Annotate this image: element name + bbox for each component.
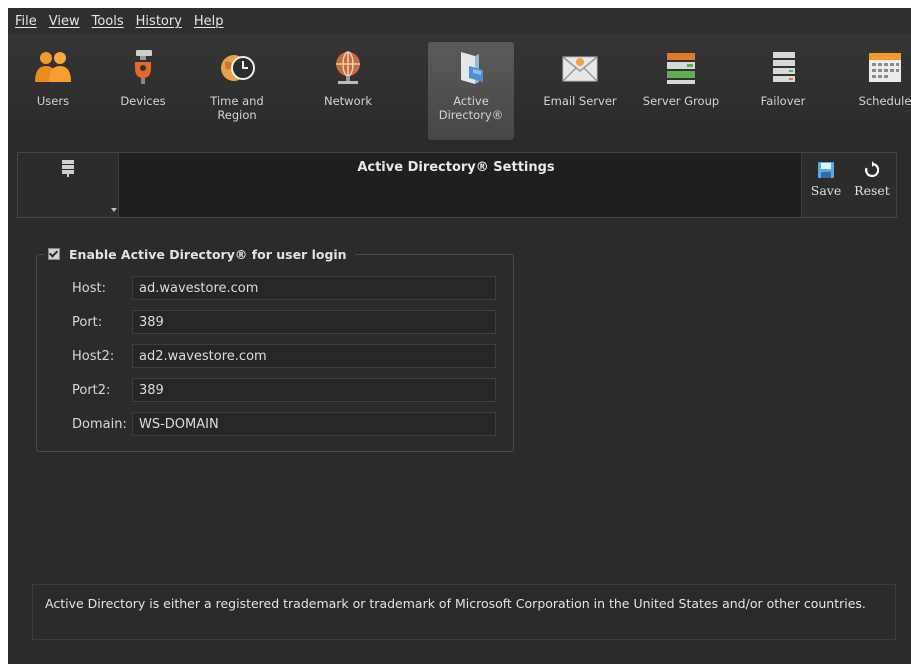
menu-history[interactable]: History xyxy=(131,14,187,29)
domain-input[interactable] xyxy=(132,412,496,436)
server-group-icon xyxy=(667,53,695,84)
chevron-down-icon xyxy=(111,208,117,212)
toolbar-network-label: Network xyxy=(323,94,373,108)
port2-input[interactable] xyxy=(132,378,496,402)
toolbar-time-region-label: Time and Region xyxy=(210,94,264,122)
server-selector[interactable] xyxy=(18,153,119,217)
port-input[interactable] xyxy=(132,310,496,334)
host2-row: Host2: xyxy=(44,344,504,370)
toolbar-server-group-button[interactable]: Server Group xyxy=(638,42,724,140)
domain-row: Domain: xyxy=(44,412,504,438)
enable-ad-checkbox[interactable] xyxy=(48,248,60,260)
save-label: Save xyxy=(810,183,842,198)
app-window: File View Tools History Help Users Devic… xyxy=(8,8,911,664)
menu-help[interactable]: Help xyxy=(189,14,229,29)
save-button[interactable]: Save xyxy=(804,159,848,213)
enable-ad-checkbox-row[interactable]: Enable Active Directory® for user login xyxy=(44,245,355,263)
toolbar-email-server-label: Email Server xyxy=(543,94,617,108)
toolbar-failover-label: Failover xyxy=(760,94,806,108)
host-label: Host: xyxy=(72,281,106,296)
domain-label: Domain: xyxy=(72,417,127,432)
failover-icon xyxy=(773,52,795,82)
toolbar-time-region-button[interactable]: Time and Region xyxy=(194,42,280,140)
toolbar-users-button[interactable]: Users xyxy=(10,42,96,140)
toolbar-active-directory-button[interactable]: Active Directory® xyxy=(428,42,514,140)
toolbar-failover-button[interactable]: Failover xyxy=(740,42,826,140)
trademark-note: Active Directory is either a registered … xyxy=(32,584,896,640)
menu-bar: File View Tools History Help xyxy=(8,8,911,34)
active-directory-icon xyxy=(461,52,483,84)
toolbar-network-button[interactable]: Network xyxy=(305,42,391,140)
reset-icon xyxy=(865,161,880,178)
server-icon xyxy=(62,160,74,177)
toolbar-schedule-button[interactable]: Schedule xyxy=(842,42,911,140)
menu-tools[interactable]: Tools xyxy=(87,14,129,29)
time-region-icon xyxy=(221,55,255,81)
users-icon xyxy=(35,52,71,82)
email-icon xyxy=(562,56,598,82)
host-row: Host: xyxy=(44,276,504,302)
host-input[interactable] xyxy=(132,276,496,300)
page-title: Active Directory® Settings xyxy=(357,160,555,175)
toolbar-active-directory-label: Active Directory® xyxy=(438,94,504,122)
settings-header: Active Directory® Settings Save Reset xyxy=(17,152,897,218)
menu-file[interactable]: File xyxy=(10,14,42,29)
devices-icon xyxy=(135,50,152,84)
save-icon xyxy=(818,162,834,178)
network-icon xyxy=(336,51,360,84)
menu-view[interactable]: View xyxy=(44,14,85,29)
schedule-icon xyxy=(869,53,901,82)
port2-row: Port2: xyxy=(44,378,504,404)
enable-ad-label: Enable Active Directory® for user login xyxy=(69,246,347,262)
port2-label: Port2: xyxy=(72,383,111,398)
toolbar-devices-label: Devices xyxy=(120,94,166,108)
toolbar-schedule-label: Schedule xyxy=(858,94,911,108)
settings-toolbar: Users Devices Time and Region Network Ac… xyxy=(8,34,911,146)
reset-label: Reset xyxy=(854,183,890,198)
port-label: Port: xyxy=(72,315,103,330)
toolbar-users-label: Users xyxy=(36,94,70,108)
host2-label: Host2: xyxy=(72,349,115,364)
toolbar-email-server-button[interactable]: Email Server xyxy=(537,42,623,140)
port-row: Port: xyxy=(44,310,504,336)
toolbar-devices-button[interactable]: Devices xyxy=(100,42,186,140)
host2-input[interactable] xyxy=(132,344,496,368)
reset-button[interactable]: Reset xyxy=(850,159,894,213)
header-actions: Save Reset xyxy=(801,153,896,217)
toolbar-server-group-label: Server Group xyxy=(642,94,720,108)
